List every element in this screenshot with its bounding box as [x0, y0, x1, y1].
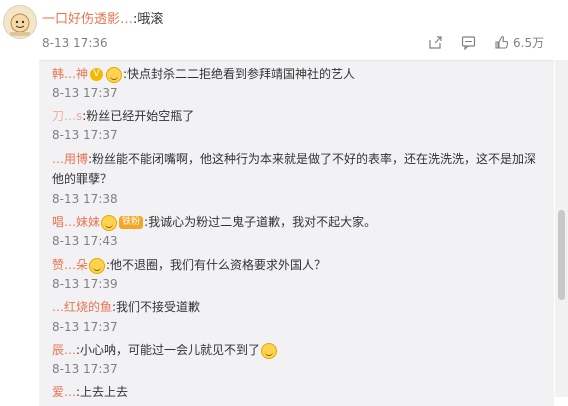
comment-item: …用博:粉丝能不能闭嘴啊，他这种行为本来就是做了不好的表率，还在洗洗洗，这不是加… [52, 149, 547, 189]
emoji-icon [101, 214, 118, 231]
comment-text: :粉丝能不能闭嘴啊，他这种行为本来就是做了不好的表率，还在洗洗洗，这不是加深他的… [52, 152, 537, 186]
verified-icon: V [90, 68, 104, 81]
comment-time: 8-13 17:37 [52, 128, 118, 142]
comment-text: :粉丝已经开始空瓶了 [82, 109, 195, 123]
comment-text: :快点封杀二二拒绝看到参拜靖国神社的艺人 [123, 67, 356, 81]
comment-item: …红烧的鱼:我们不接受道歉 [52, 297, 547, 317]
comment-author[interactable]: 唱…妹妹 [52, 215, 100, 229]
comment-item: 韩…神 V :快点封杀二二拒绝看到参拜靖国神社的艺人 [52, 64, 547, 84]
comment-author[interactable]: 韩…神 [52, 67, 88, 81]
post-content: 一口好伤透影…:哦滚 [42, 8, 163, 27]
post-time: 8-13 17:36 [42, 36, 108, 50]
comment-item: 辰…:小心呐，可能过一会儿就见不到了 [52, 340, 547, 360]
comment-time: 8-13 17:39 [52, 277, 118, 291]
post-text: :哦滚 [133, 12, 164, 27]
scrollbar-thumb[interactable] [558, 210, 565, 300]
comment-author[interactable]: …红烧的鱼 [52, 300, 112, 314]
comment-item: 刀…s:粉丝已经开始空瓶了 [52, 106, 547, 126]
avatar[interactable] [3, 5, 37, 39]
comment-author[interactable]: 辰… [52, 343, 76, 357]
comment-button[interactable] [461, 35, 476, 50]
post-author[interactable]: 一口好伤透影… [42, 12, 133, 27]
emoji-icon [106, 66, 123, 83]
comment-icon [461, 36, 476, 50]
comment-time: 8-13 17:38 [52, 192, 118, 206]
emoji-icon [89, 257, 106, 274]
comment-text: :我诚心为粉过二鬼子道歉，我对不起大家。 [144, 215, 377, 229]
comment-time: 8-13 17:43 [52, 234, 118, 248]
comment-text: :他不退圈，我们有什么资格要求外国人？ [106, 258, 327, 272]
share-button[interactable] [428, 35, 443, 50]
post-actions: 6.5万 [428, 34, 562, 51]
comment-item: 唱…妹妹 铁粉:我诚心为粉过二鬼子道歉，我对不起大家。 [52, 212, 547, 232]
comment-author[interactable]: 刀…s [52, 109, 82, 123]
comment-time: 8-13 17:37 [52, 362, 118, 376]
comment-author[interactable]: 赞…朵 [52, 258, 88, 272]
like-button[interactable]: 6.5万 [494, 34, 544, 51]
comment-item: 爱…:上去上去 [52, 382, 547, 402]
scrollbar[interactable] [555, 60, 568, 397]
comment-time: 8-13 17:37 [52, 86, 118, 100]
comment-author[interactable]: …用博 [52, 152, 88, 166]
emoji-icon [261, 342, 278, 359]
comment-item: 赞…朵 :他不退圈，我们有什么资格要求外国人？ [52, 255, 547, 275]
comment-time: 8-13 17:37 [52, 320, 118, 334]
share-icon [429, 36, 442, 49]
like-icon [495, 35, 509, 49]
like-count: 6.5万 [513, 36, 545, 50]
comment-text: :小心呐，可能过一会儿就见不到了 [76, 343, 261, 357]
fan-badge: 铁粉 [119, 216, 144, 229]
comment-text: :我们不接受道歉 [112, 300, 201, 314]
